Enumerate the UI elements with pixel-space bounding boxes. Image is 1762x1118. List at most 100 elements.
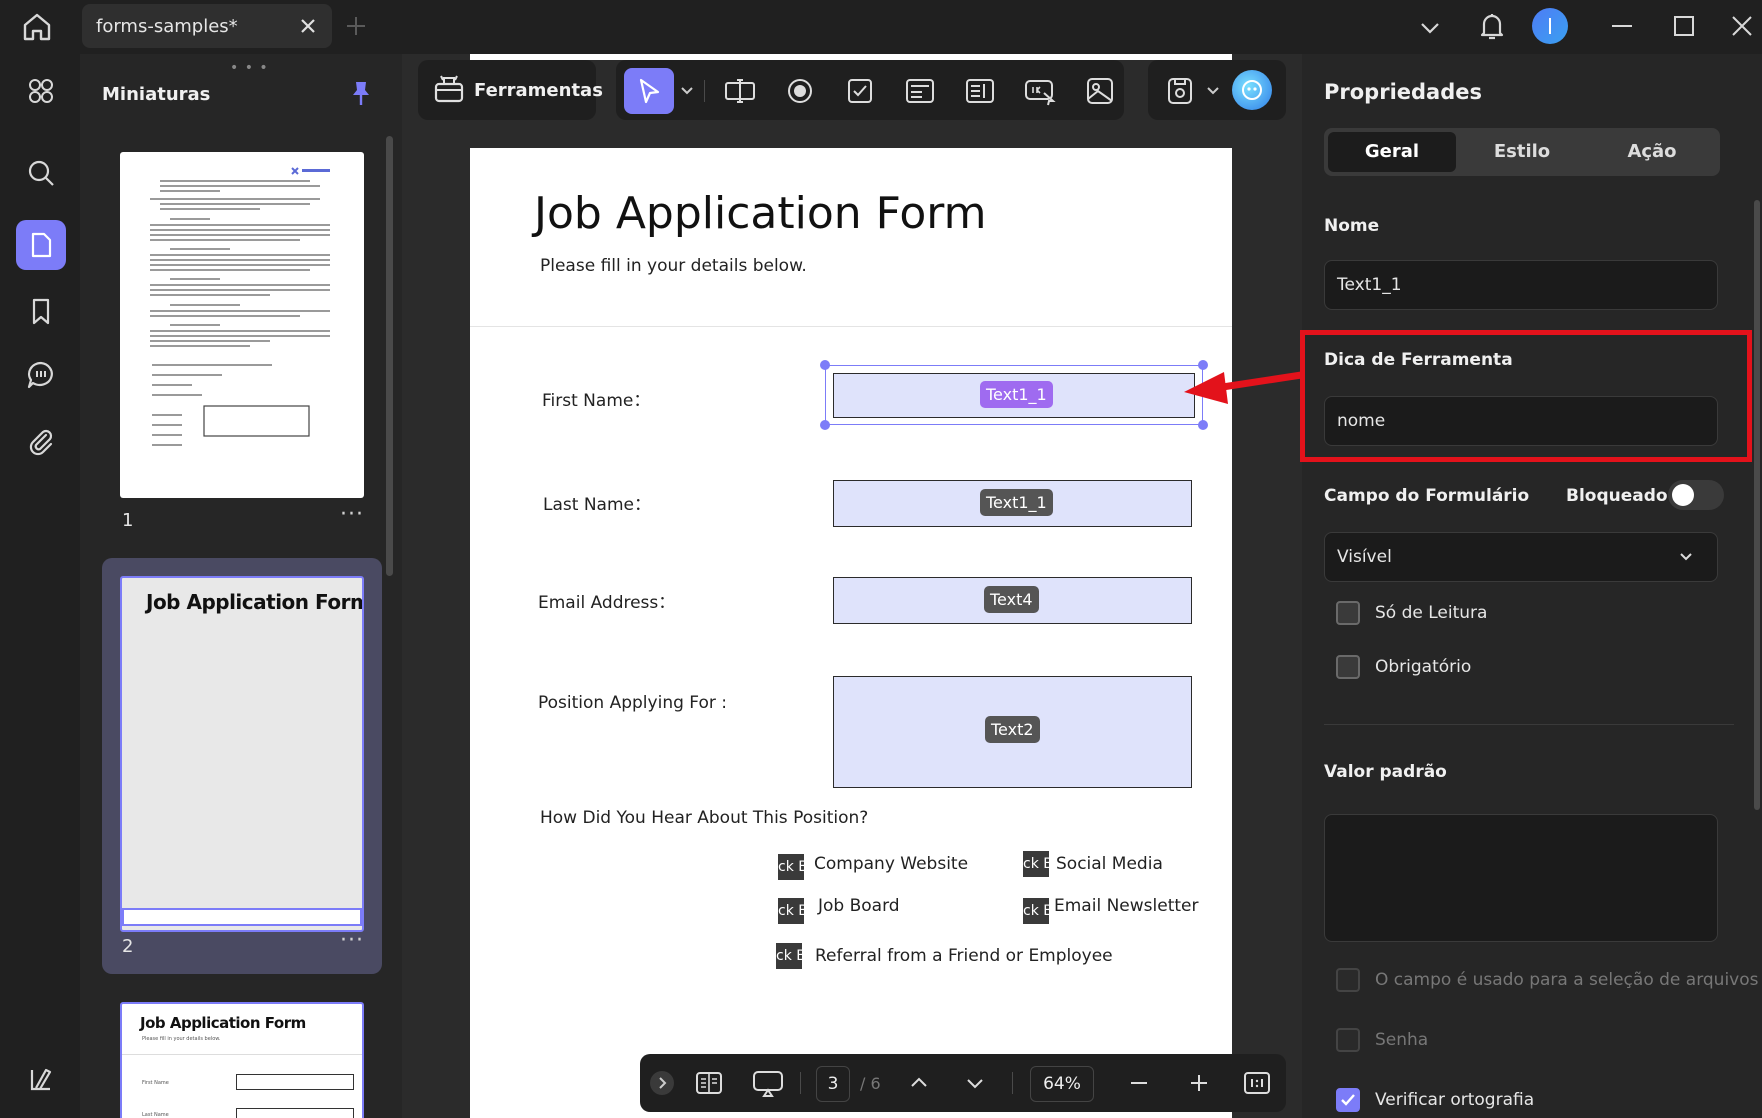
section-divider (1324, 724, 1734, 725)
ai-assistant-icon[interactable] (1232, 70, 1272, 110)
chevron-down-icon[interactable] (960, 1068, 990, 1098)
actual-size-icon[interactable] (1242, 1068, 1272, 1098)
form-field-label: Campo do Formulário (1324, 486, 1530, 506)
search-icon[interactable] (16, 148, 66, 198)
page-thumbnail-1[interactable] (120, 152, 364, 498)
form-save-icon[interactable] (1160, 71, 1200, 111)
new-tab-icon[interactable] (342, 12, 370, 40)
chevron-down-icon[interactable] (676, 74, 698, 106)
radio-button-icon[interactable] (780, 71, 820, 111)
checkbox-icon[interactable] (840, 71, 880, 111)
maximize-icon[interactable] (1664, 6, 1704, 46)
first-name-label: First Name： (542, 391, 651, 411)
name-input[interactable]: Text1_1 (1324, 260, 1718, 310)
left-rail (0, 54, 80, 1118)
zoom-out-icon[interactable] (1124, 1068, 1154, 1098)
tooltip-highlight-box (1300, 330, 1752, 462)
file-select-checkbox[interactable] (1336, 968, 1360, 992)
checkbox-label: Email Newsletter (1054, 896, 1199, 916)
thumbnails-scrollbar[interactable] (386, 136, 393, 576)
spellcheck-checkbox[interactable] (1336, 1088, 1360, 1112)
required-checkbox[interactable] (1336, 655, 1360, 679)
document-divider (470, 326, 1232, 327)
tab-style[interactable]: Estilo (1458, 132, 1586, 172)
default-value-input[interactable] (1324, 814, 1718, 942)
resize-handle[interactable] (1198, 420, 1208, 430)
attachment-icon[interactable] (16, 416, 66, 466)
close-icon[interactable] (294, 12, 322, 40)
select-tool-button[interactable] (624, 68, 674, 114)
position-field[interactable]: Text2 (833, 676, 1192, 788)
chevron-right-icon[interactable] (650, 1071, 674, 1095)
locked-toggle[interactable] (1668, 480, 1724, 510)
toggle-knob (1672, 484, 1694, 506)
combo-box-icon[interactable] (900, 71, 940, 111)
annotation-arrow (1184, 370, 1309, 404)
checkbox-email-newsletter[interactable]: ck B (1023, 898, 1049, 924)
last-name-field[interactable]: Text1_1 (833, 480, 1192, 527)
visibility-select[interactable]: Visível (1324, 532, 1718, 582)
zoom-level[interactable]: 64% (1030, 1066, 1094, 1102)
reading-mode-icon[interactable] (694, 1068, 724, 1098)
document-subtitle: Please fill in your details below. (540, 256, 807, 276)
page-thumbnails-icon[interactable] (16, 220, 66, 270)
text-field-icon[interactable] (720, 71, 760, 111)
chevron-down-icon[interactable] (1410, 8, 1450, 48)
grid-icon[interactable] (16, 66, 66, 116)
pin-icon[interactable] (346, 78, 376, 108)
bell-icon[interactable] (1472, 6, 1512, 46)
document-tab[interactable]: forms-samples* (82, 4, 332, 48)
checkbox-job-board[interactable]: ck B (778, 898, 804, 924)
tab-general[interactable]: Geral (1328, 132, 1456, 172)
password-label: Senha (1375, 1030, 1429, 1050)
tab-action[interactable]: Ação (1588, 132, 1716, 172)
document-title: Job Application Form (534, 188, 987, 239)
tab-title: forms-samples* (96, 16, 238, 37)
page-3-field (236, 1074, 354, 1090)
checkbox-label: Job Board (818, 896, 900, 916)
avatar[interactable] (1532, 8, 1568, 44)
presentation-icon[interactable] (752, 1068, 783, 1098)
page-thumbnail-3[interactable]: Job Application Form Please fill in your… (120, 1002, 364, 1118)
readonly-checkbox[interactable] (1336, 601, 1360, 625)
page-number-input[interactable]: 3 (816, 1066, 850, 1102)
chevron-up-icon[interactable] (904, 1068, 934, 1098)
page-navigation-bar: 3 / 6 64% (640, 1054, 1286, 1112)
email-field[interactable]: Text4 (833, 577, 1192, 624)
first-name-field[interactable]: Text1_1 (833, 373, 1195, 418)
properties-scrollbar[interactable] (1754, 200, 1760, 810)
check-icon (1341, 1094, 1355, 1106)
panel-grip-icon[interactable]: • • • (230, 60, 269, 76)
resize-handle[interactable] (820, 420, 830, 430)
toolbar-divider (704, 80, 705, 102)
password-checkbox[interactable] (1336, 1028, 1360, 1052)
chevron-down-icon[interactable] (1202, 74, 1224, 106)
page-thumbnail-2[interactable]: Job Application Form (120, 576, 364, 932)
zoom-in-icon[interactable] (1184, 1068, 1214, 1098)
properties-title: Propriedades (1324, 80, 1482, 104)
comment-icon[interactable] (16, 350, 66, 400)
page-more-icon[interactable]: ··· (340, 502, 364, 527)
window-close-icon[interactable] (1722, 6, 1762, 46)
form-tools-toolbar (616, 60, 1124, 120)
list-box-icon[interactable] (960, 71, 1000, 111)
image-field-icon[interactable] (1080, 71, 1120, 111)
checkbox-social-media[interactable]: ck B (1023, 851, 1049, 877)
form-extra-toolbar (1148, 60, 1286, 120)
tools-button[interactable]: Ferramentas (418, 60, 603, 120)
page-2-footer (122, 908, 362, 926)
checkbox-company-website[interactable]: ck B (778, 854, 804, 880)
sidebar-toggle-icon[interactable] (16, 1054, 66, 1104)
page-number-2: 2 (122, 936, 134, 957)
ok-button-icon[interactable] (1020, 71, 1060, 111)
resize-handle[interactable] (820, 360, 830, 370)
page-3-subtitle: Please fill in your details below. (142, 1036, 221, 1042)
page-3-label: Last Name (142, 1112, 169, 1118)
checkbox-referral[interactable]: ck B (776, 943, 802, 969)
minimize-icon[interactable] (1602, 6, 1642, 46)
page-3-title: Job Application Form (140, 1014, 306, 1032)
field-name-tag: Text1_1 (980, 381, 1053, 408)
bookmark-icon[interactable] (16, 286, 66, 336)
page-more-icon[interactable]: ··· (340, 928, 364, 953)
home-icon[interactable] (18, 8, 56, 46)
